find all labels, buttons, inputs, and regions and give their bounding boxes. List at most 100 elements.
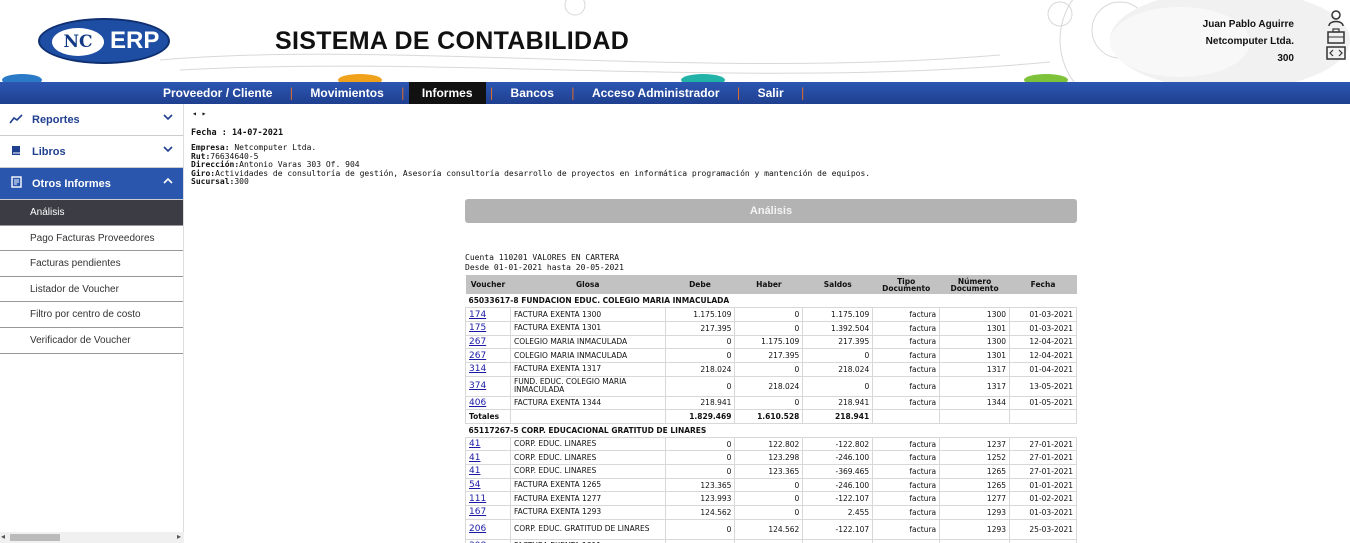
fecha-cell: 01-01-2021 [1009, 477, 1077, 493]
column-header: Saldos [802, 275, 873, 294]
fecha-cell: 12-04-2021 [1009, 334, 1077, 350]
voucher-link[interactable]: 406 [469, 398, 486, 408]
voucher-link[interactable]: 206 [469, 524, 486, 534]
glosa-cell: FACTURA EXENTA 1311 [509, 538, 666, 543]
glosa-cell: FACTURA EXENTA 1344 [509, 395, 666, 411]
sidebar: Reportes Libros Otros Informes Análisis … [0, 104, 184, 543]
voucher-link[interactable]: 54 [469, 480, 480, 490]
table-row: 267 COLEGIO MARIA INMACULADA 0 217.395 0 fact… [465, 348, 1077, 363]
voucher-cell: 374 [465, 375, 511, 397]
sidebar-sub-verificador-voucher[interactable]: Verificador de Voucher [0, 328, 183, 354]
num-doc-cell: 1300 [939, 334, 1011, 350]
chevron-down-icon [163, 144, 173, 156]
tipo-doc-cell: factura [872, 538, 941, 543]
haber-cell: 0 [734, 505, 804, 520]
glosa-cell: COLEGIO MARIA INMACULADA [509, 348, 666, 363]
haber-cell: 124.562 [734, 518, 804, 540]
voucher-link[interactable]: 174 [469, 310, 486, 320]
sidebar-sub-pago-facturas[interactable]: Pago Facturas Proveedores [0, 226, 183, 252]
fecha-cell: 01-03-2021 [1009, 307, 1077, 322]
scrollbar-thumb[interactable] [10, 534, 60, 541]
sidebar-sub-facturas-pendientes[interactable]: Facturas pendientes [0, 251, 183, 277]
table-body: 65033617-8 FUNDACION EDUC. COLEGIO MARIA… [465, 294, 1077, 543]
voucher-link[interactable]: 267 [469, 337, 486, 347]
scroll-left-icon[interactable]: ◂ [1, 532, 5, 541]
saldo-cell: 2.455 [802, 505, 874, 520]
sucursal-value: 300 [234, 177, 249, 187]
nav-separator: | [489, 86, 494, 100]
date-range: Desde 01-01-2021 hasta 20-05-2021 [465, 263, 624, 272]
sidebar-item-libros[interactable]: Libros [0, 136, 183, 168]
saldo-cell: 1.175.109 [802, 307, 874, 322]
nav-acceso-administrador[interactable]: Acceso Administrador [579, 82, 733, 104]
glosa-cell: FUND. EDUC. COLEGIO MARIA INMACULADA [509, 375, 666, 397]
num-doc-cell: 1311 [939, 538, 1011, 543]
voucher-link[interactable]: 175 [469, 323, 486, 333]
nav-salir[interactable]: Salir [745, 82, 797, 104]
nav-bancos[interactable]: Bancos [498, 82, 567, 104]
empty-cell [872, 409, 941, 424]
company-logo[interactable]: NC ERP [38, 18, 170, 64]
scroll-right-icon[interactable]: ▸ [177, 532, 181, 541]
pager-arrows[interactable]: ◂ ▸ [192, 109, 206, 118]
nav-separator: | [400, 86, 405, 100]
voucher-link[interactable]: 167 [469, 507, 486, 517]
debe-cell: 123.993 [664, 491, 736, 507]
voucher-cell: 175 [465, 320, 511, 336]
briefcase-icon[interactable] [1325, 28, 1347, 44]
fecha-cell: 13-05-2021 [1009, 375, 1077, 397]
header-decoration [2, 0, 1350, 82]
tipo-doc-cell: factura [872, 491, 941, 507]
voucher-link[interactable]: 41 [469, 453, 480, 463]
num-doc-cell: 1293 [939, 518, 1011, 540]
table-row: 167 FACTURA EXENTA 1293 124.562 0 2.455 factu… [465, 505, 1077, 520]
fecha-cell: 27-01-2021 [1009, 436, 1077, 452]
nav-items: Proveedor / Cliente | Movimientos | Info… [150, 82, 809, 104]
voucher-link[interactable]: 41 [469, 439, 480, 449]
num-doc-cell: 1300 [939, 307, 1011, 322]
sidebar-sub-filtro-centro-costo[interactable]: Filtro por centro de costo [0, 302, 183, 328]
sidebar-sub-listador-voucher[interactable]: Listador de Voucher [0, 277, 183, 303]
saldo-cell: 218.024 [802, 361, 874, 377]
nav-movimientos[interactable]: Movimientos [297, 82, 396, 104]
voucher-link[interactable]: 374 [469, 381, 486, 391]
sidebar-sub-analisis[interactable]: Análisis [0, 200, 183, 226]
horizontal-scrollbar[interactable]: ◂ ▸ [0, 532, 184, 543]
nav-informes[interactable]: Informes [408, 82, 486, 104]
column-header: Debe [665, 275, 735, 294]
app-header: NC ERP SISTEMA DE CONTABILIDAD Juan Pabl… [0, 0, 1350, 82]
sidebar-item-otros-informes[interactable]: Otros Informes [0, 168, 183, 200]
empty-cell [509, 409, 666, 424]
haber-cell: 0 [734, 320, 804, 336]
column-header: Número Documento [939, 275, 1010, 294]
nav-proveedor-cliente[interactable]: Proveedor / Cliente [150, 82, 285, 104]
table-row: 308FACTURA EXENTA 1311124.92202.815factu… [465, 538, 1077, 543]
column-header: Tipo Documento [872, 275, 940, 294]
voucher-link[interactable]: 41 [469, 466, 480, 476]
logo-text: ERP [110, 27, 160, 54]
voucher-link[interactable]: 111 [469, 494, 486, 504]
sucursal-label: Sucursal: [191, 177, 235, 187]
debe-cell: 0 [664, 436, 736, 452]
debe-cell: 0 [664, 450, 736, 466]
num-doc-cell: 1301 [939, 348, 1011, 363]
debe-cell: 218.941 [664, 395, 736, 411]
voucher-link[interactable]: 267 [469, 351, 486, 361]
code-icon[interactable] [1325, 46, 1347, 62]
voucher-cell: 206 [465, 518, 511, 540]
table-row: 41 CORP. EDUC. LINARES 0 123.298 -246.100 fac… [465, 450, 1077, 466]
empty-cell [1009, 409, 1077, 424]
glosa-cell: CORP. EDUC. GRATITUD DE LINARES [509, 518, 666, 540]
account-name: Cuenta 110201 VALORES EN CARTERA [465, 253, 620, 262]
sidebar-item-reportes[interactable]: Reportes [0, 104, 183, 136]
group-row: 65033617-8 FUNDACION EDUC. COLEGIO MARIA… [466, 294, 1077, 308]
column-header: Haber [734, 275, 803, 294]
haber-cell: 123.365 [734, 464, 804, 479]
voucher-cell: 267 [465, 348, 511, 363]
tipo-doc-cell: factura [872, 334, 941, 350]
voucher-cell: 267 [465, 334, 511, 350]
user-icon[interactable] [1325, 10, 1347, 27]
group-title: 65033617-8 FUNDACION EDUC. COLEGIO MARIA… [468, 296, 730, 306]
voucher-link[interactable]: 314 [469, 364, 486, 374]
num-doc-cell: 1317 [939, 361, 1011, 377]
